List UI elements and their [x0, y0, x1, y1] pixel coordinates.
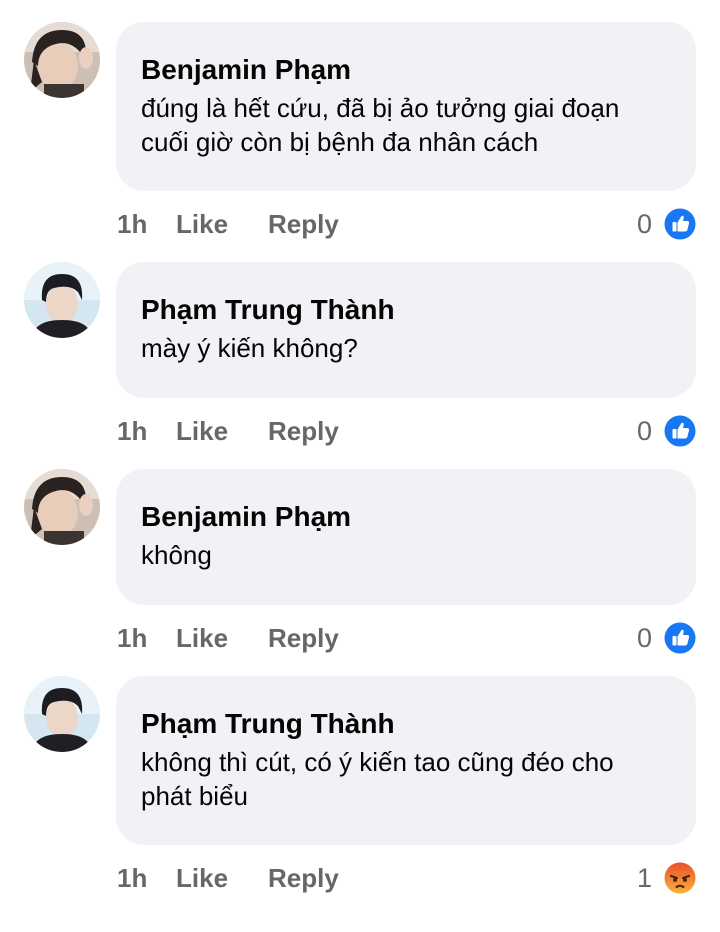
comment-time[interactable]: 1h [117, 411, 147, 451]
like-icon[interactable] [664, 622, 696, 654]
comment-time[interactable]: 1h [117, 204, 147, 244]
avatar[interactable] [24, 22, 100, 98]
comment-actions: 1h Like Reply 0 [116, 618, 696, 658]
comment-bubble: Phạm Trung Thành không thì cút, có ý kiế… [116, 676, 696, 845]
like-button[interactable]: Like [176, 204, 228, 244]
avatar[interactable] [24, 676, 100, 752]
comment-author[interactable]: Benjamin Phạm [141, 53, 670, 87]
comment-actions: 1h Like Reply 0 [116, 204, 696, 244]
like-icon[interactable] [664, 415, 696, 447]
like-button[interactable]: Like [176, 618, 228, 658]
reaction-count[interactable]: 0 [637, 204, 652, 244]
reply-button[interactable]: Reply [268, 411, 339, 451]
comment-time[interactable]: 1h [117, 618, 147, 658]
comment-text: mày ý kiến không? [141, 333, 358, 363]
comment-bubble: Benjamin Phạm đúng là hết cứu, đã bị ảo … [116, 22, 696, 191]
avatar[interactable] [24, 262, 100, 338]
comment-author[interactable]: Phạm Trung Thành [141, 707, 670, 741]
like-button[interactable]: Like [176, 858, 228, 898]
like-icon[interactable] [664, 208, 696, 240]
comment-actions: 1h Like Reply 1 [116, 858, 696, 898]
comment-text: không [141, 540, 212, 570]
comment-author[interactable]: Benjamin Phạm [141, 500, 670, 534]
reply-button[interactable]: Reply [268, 204, 339, 244]
reaction-count[interactable]: 0 [637, 618, 652, 658]
comment-text: đúng là hết cứu, đã bị ảo tưởng giai đoạ… [141, 93, 620, 157]
avatar[interactable] [24, 469, 100, 545]
comment-bubble: Benjamin Phạm không [116, 469, 696, 605]
comment-actions: 1h Like Reply 0 [116, 411, 696, 451]
comment-bubble: Phạm Trung Thành mày ý kiến không? [116, 262, 696, 398]
comment-author[interactable]: Phạm Trung Thành [141, 293, 670, 327]
like-button[interactable]: Like [176, 411, 228, 451]
reaction-count[interactable]: 0 [637, 411, 652, 451]
comment-text: không thì cút, có ý kiến tao cũng đéo ch… [141, 747, 614, 811]
comment-time[interactable]: 1h [117, 858, 147, 898]
reply-button[interactable]: Reply [268, 858, 339, 898]
angry-icon[interactable] [664, 862, 696, 894]
reply-button[interactable]: Reply [268, 618, 339, 658]
reaction-count[interactable]: 1 [637, 858, 652, 898]
